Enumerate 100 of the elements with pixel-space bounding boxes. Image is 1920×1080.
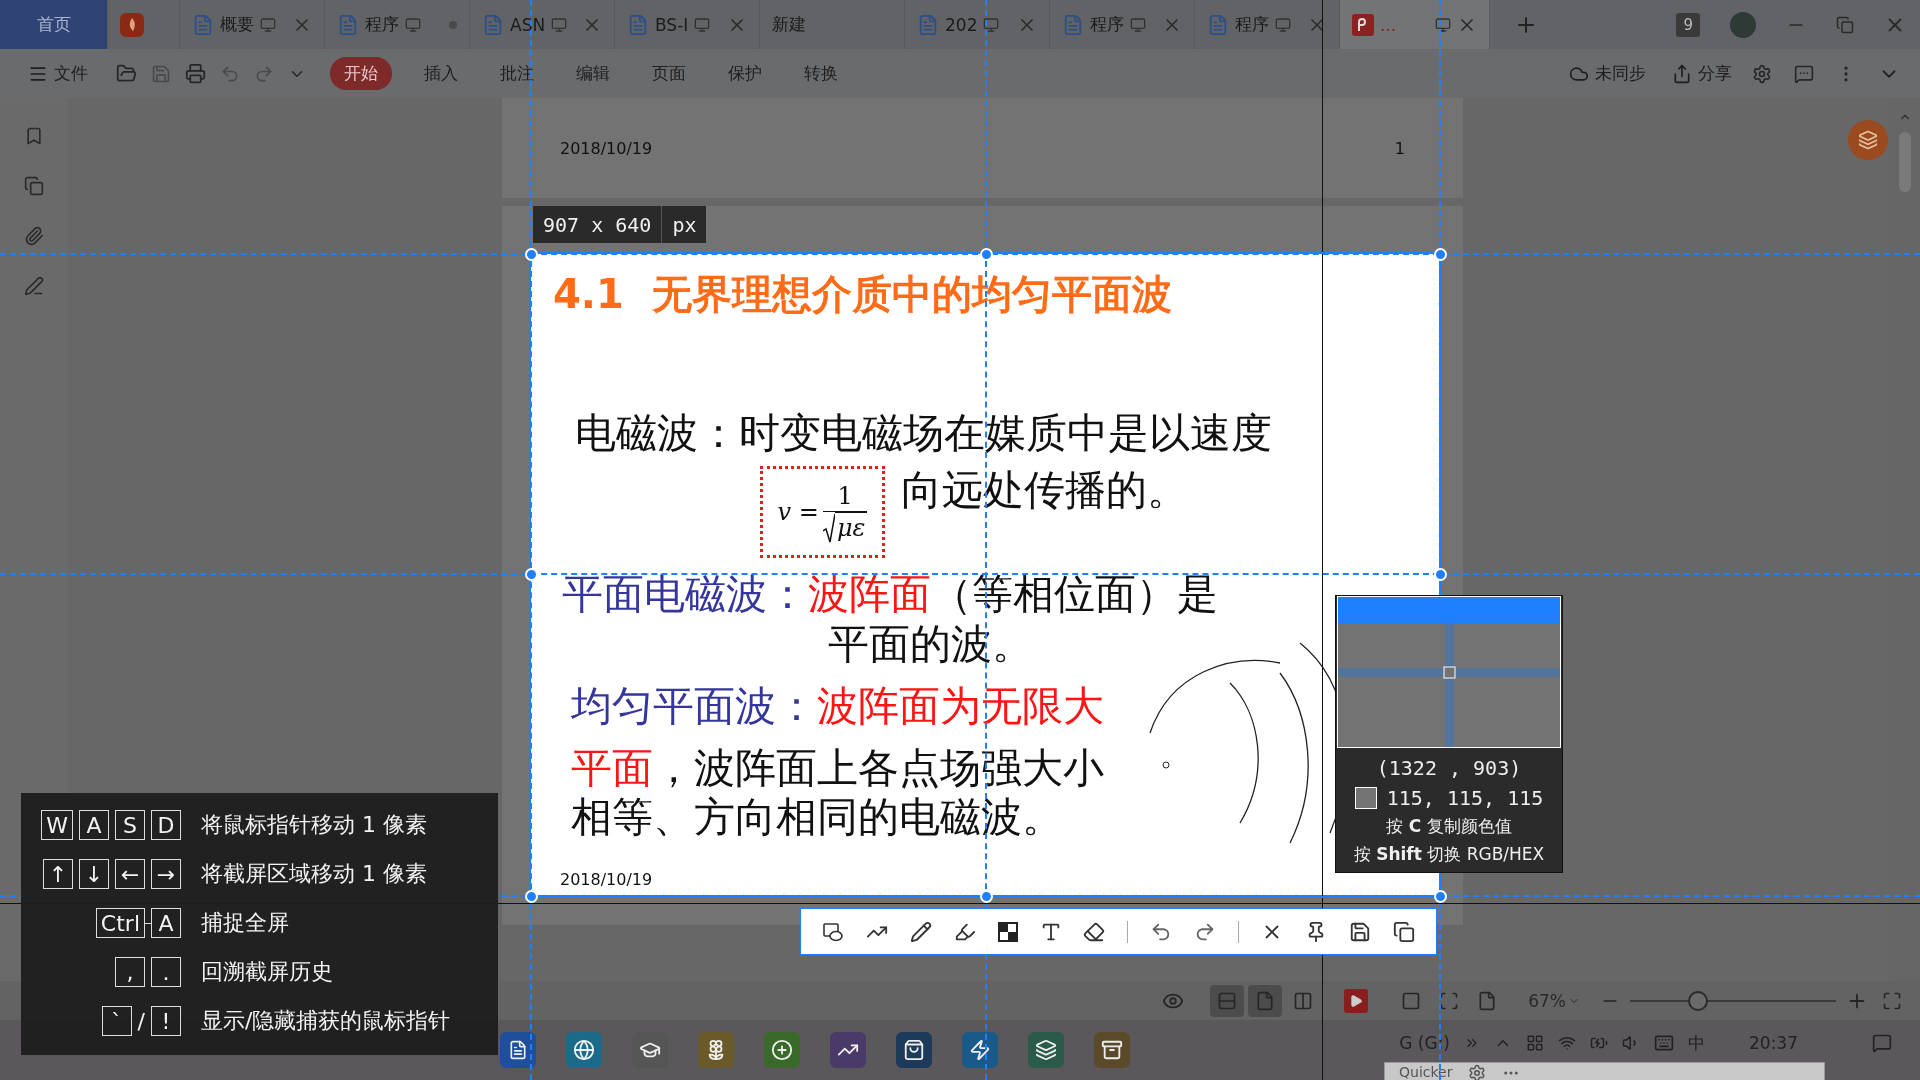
fit-width-icon[interactable] [1477,990,1498,1011]
save-icon[interactable] [1348,920,1371,943]
key-cap: Ctrl [95,908,145,938]
ribbon-tab[interactable]: 保护 [714,57,776,90]
fit-page-icon[interactable] [1439,990,1460,1011]
shortcut-description: 显示/隐藏捕获的鼠标指针 [201,1007,451,1035]
window-count[interactable]: 9 [1676,12,1700,37]
paperclip-icon[interactable] [24,226,44,246]
ribbon-tab[interactable]: 页面 [638,57,700,90]
document-app-icon[interactable] [500,1032,536,1068]
wifi-icon[interactable] [1558,1034,1576,1052]
folder-icon[interactable] [116,63,137,84]
signature-icon[interactable] [24,276,44,296]
cursor-coordinates: (1322 , 903) [1376,756,1522,780]
eraser-icon[interactable] [1083,920,1106,943]
key-cap: A [79,810,109,840]
fullscreen-icon[interactable] [1882,990,1902,1011]
play-button[interactable] [1344,988,1369,1013]
key-cap: ← [115,859,145,889]
app-logo-icon [120,12,144,37]
settings-icon[interactable] [1468,1064,1487,1080]
key-cap: ↓ [79,859,109,889]
drive-label[interactable]: G (G:) [1399,1033,1450,1053]
avatar[interactable] [1730,11,1756,38]
file-menu[interactable]: 文件 [22,61,94,86]
key-cap: ` [101,1006,132,1036]
ribbon-tab[interactable]: 编辑 [562,57,624,90]
size-label: 907 x 640 px [533,206,707,243]
document-tab[interactable]: 首页 [0,0,108,49]
key-cap: . [151,957,181,987]
mosaic-icon[interactable] [997,921,1018,942]
shortcut-description: 将鼠标指针移动 1 像素 [201,811,427,839]
notification-icon[interactable] [1872,1033,1892,1053]
slide-title: 4.1 无界理想介质中的均匀平面波 [553,273,1172,315]
browser-icon[interactable] [566,1032,602,1068]
ribbon-tab[interactable]: 开始 [330,57,392,90]
separator-text: / [137,1008,145,1034]
document-icon [192,13,214,36]
lightning-icon[interactable] [962,1032,998,1068]
actual-size-icon[interactable] [1401,990,1422,1011]
color-swatch [1354,787,1377,809]
document-icon [482,13,504,36]
clock[interactable]: 20:37 [1749,1033,1798,1053]
columns-icon [1293,990,1314,1011]
layers-icon[interactable] [1028,1032,1064,1068]
monitor-icon [694,16,711,33]
slider-thumb[interactable] [1687,990,1708,1011]
slide-text-line: 平面，波阵面上各点场强大小 [571,744,1104,792]
document-icon [917,13,939,36]
rows-icon [1217,990,1238,1011]
chart-app-icon[interactable] [830,1032,866,1068]
ribbon-tab[interactable]: 批注 [486,57,548,90]
grid-icon[interactable] [1526,1034,1544,1052]
copy-icon[interactable] [1392,920,1415,943]
shortcut-description: 将截屏区域移动 1 像素 [201,860,427,888]
monitor-icon [1130,16,1146,33]
radical-sign-icon [822,513,835,543]
key-cap: ! [151,1006,181,1036]
document-icon [627,13,649,36]
color-value: 115, 115, 115 [1386,786,1544,810]
window-title: Quicker [1399,1064,1453,1080]
ribbon-tab[interactable]: 转换 [790,57,852,90]
restore-icon[interactable] [1836,15,1854,34]
slide-text-line: 相等、方向相同的电磁波。 [571,793,1063,841]
page-date: 2018/10/19 [560,138,653,158]
print-icon[interactable] [185,63,206,84]
store-icon[interactable] [896,1032,932,1068]
zoom-dropdown[interactable]: 67% [1522,989,1586,1012]
slide-text-line: 平面的波。 [828,620,1033,668]
document-icon [337,13,359,36]
slide-date: 2018/10/19 [560,870,653,889]
slide-text-line: 均匀平面波：波阵面为无限大 [571,682,1104,730]
share-button[interactable]: 分享 [1666,61,1738,86]
bookmark-icon[interactable] [24,126,44,146]
document-icon [1207,13,1229,36]
document-tab[interactable]: ... [1340,0,1490,49]
flower-icon[interactable] [698,1032,734,1068]
layers-icon [1858,130,1878,150]
monitor-icon [1435,16,1451,33]
keyboard-icon[interactable] [1654,1033,1674,1053]
key-cap: W [41,810,73,840]
comment-icon[interactable] [1794,63,1814,84]
shape-tool-icon[interactable] [821,920,844,943]
archive-icon[interactable] [1094,1032,1130,1068]
pencil-icon[interactable] [909,920,932,943]
input-method[interactable]: 中 [1688,1031,1705,1055]
settings-icon[interactable] [1752,63,1772,84]
floating-button[interactable] [1848,120,1888,160]
graduation-cap-icon[interactable] [632,1032,668,1068]
view-mode-button[interactable] [1210,984,1245,1017]
pages-icon[interactable] [24,176,44,196]
ribbon-tab[interactable]: 插入 [410,57,472,90]
view-mode-button[interactable] [1248,984,1283,1017]
slide-text-line: 电磁波：时变电磁场在媒质中是以速度 [575,409,1272,457]
key-cap: D [151,810,181,840]
share-icon [1672,63,1692,84]
shortcut-description: 回溯截屏历史 [201,958,333,986]
sync-button[interactable]: 未同步 [1563,61,1652,86]
key-cap: S [115,810,145,840]
document-icon [1062,13,1084,36]
